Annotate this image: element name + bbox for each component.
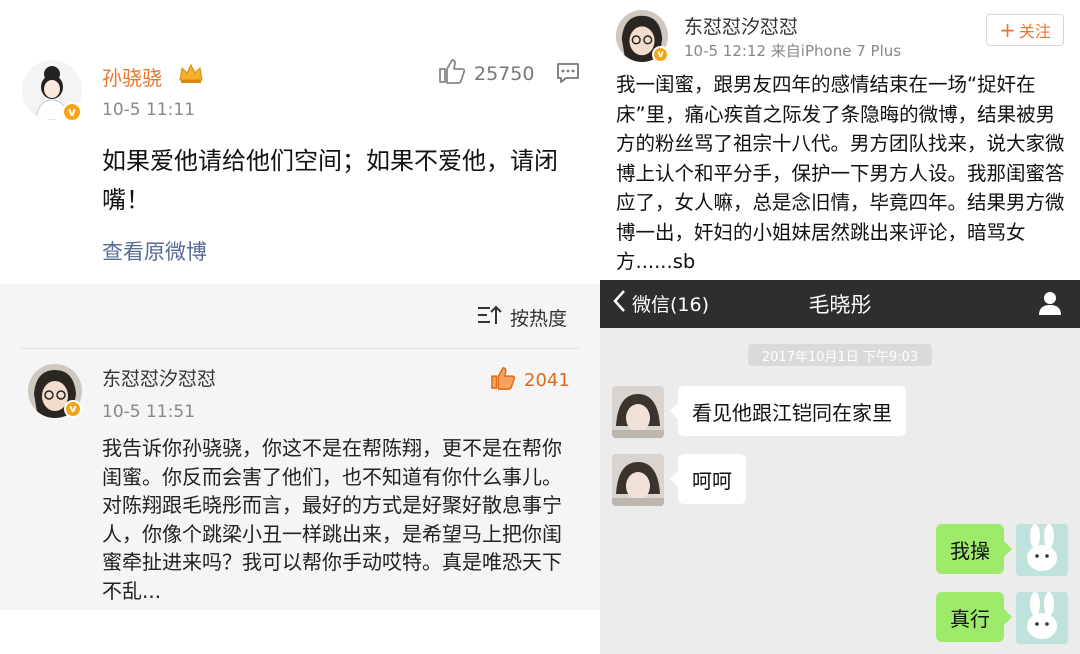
repost-meta: 10-5 12:12 来自iPhone 7 Plus [684, 42, 902, 60]
post-time: 10-5 11:11 [102, 100, 195, 120]
comment-text: 我告诉你孙骁骁，你这不是在帮陈翔，更不是在帮你闺蜜。你反而会害了他们，也不知道有… [102, 436, 562, 603]
view-original-link[interactable]: 查看原微博 [102, 236, 207, 266]
repost-text: 我一闺蜜，跟男友四年的感情结束在一场“捉奸在床”里，痛心疾首之际发了条隐晦的微博… [616, 73, 1065, 273]
thumbs-up-icon [438, 58, 466, 89]
self-avatar[interactable] [1016, 524, 1068, 576]
repost-author-name[interactable]: 东怼怼汐怼怼 [684, 12, 798, 39]
message-bubble[interactable]: 真行 [936, 592, 1012, 642]
message-bubble[interactable]: 我操 [936, 524, 1012, 574]
comment-author-name[interactable]: 东怼怼汐怼怼 [102, 364, 216, 391]
contact-avatar[interactable] [612, 454, 664, 506]
weibo-post-panel: v 孙骁骁 10-5 11:11 25750 如果爱他请给他们空间；如果不爱他，… [0, 0, 600, 654]
divider [20, 348, 580, 349]
verified-badge-icon: v [652, 46, 669, 63]
wechat-chat: 微信(16) 毛晓彤 2017年10月1日 下午9:03 看见他跟江铠同在家里 … [600, 280, 1080, 654]
weibo-post: v 孙骁骁 10-5 11:11 25750 如果爱他请给他们空间；如果不爱他，… [0, 0, 600, 284]
sort-by-hot-button[interactable]: 按热度 [476, 304, 567, 331]
message-bubble[interactable]: 呵呵 [670, 454, 746, 504]
comment-like-button[interactable]: 2041 [490, 366, 570, 395]
self-avatar[interactable] [1016, 592, 1068, 644]
wechat-nav-bar: 微信(16) 毛晓彤 [600, 280, 1080, 328]
sort-label: 按热度 [510, 308, 568, 330]
post-like-button[interactable]: 25750 [438, 58, 534, 89]
contact-avatar[interactable] [612, 386, 664, 438]
chat-date-stamp: 2017年10月1日 下午9:03 [748, 344, 932, 366]
message-bubble[interactable]: 看见他跟江铠同在家里 [670, 386, 906, 436]
verified-badge-icon: v [64, 400, 82, 418]
thumbs-up-icon [490, 366, 516, 395]
follow-button[interactable]: + 关注 [986, 14, 1064, 46]
verified-badge-icon: v [62, 102, 82, 122]
user-icon[interactable] [1038, 290, 1062, 320]
plus-icon: + [999, 18, 1016, 42]
repost-panel: v 东怼怼汐怼怼 10-5 12:12 来自iPhone 7 Plus + 关注… [600, 0, 1080, 654]
blank-area [0, 610, 600, 654]
follow-label: 关注 [1018, 22, 1051, 41]
comment-like-count: 2041 [524, 370, 570, 391]
comment-time: 10-5 11:51 [102, 402, 195, 422]
comments-section: 按热度 v 东怼怼汐怼怼 10-5 11:51 2041 我告诉你孙骁骁，你这不… [0, 284, 600, 654]
post-text: 如果爱他请给他们空间；如果不爱他，请闭嘴！ [102, 147, 558, 214]
post-author-name[interactable]: 孙骁骁 [102, 62, 162, 91]
post-like-count: 25750 [474, 62, 535, 85]
comment-icon[interactable] [556, 62, 580, 88]
crown-icon [178, 62, 204, 89]
chat-title: 毛晓彤 [808, 293, 872, 317]
sort-icon [476, 304, 504, 331]
